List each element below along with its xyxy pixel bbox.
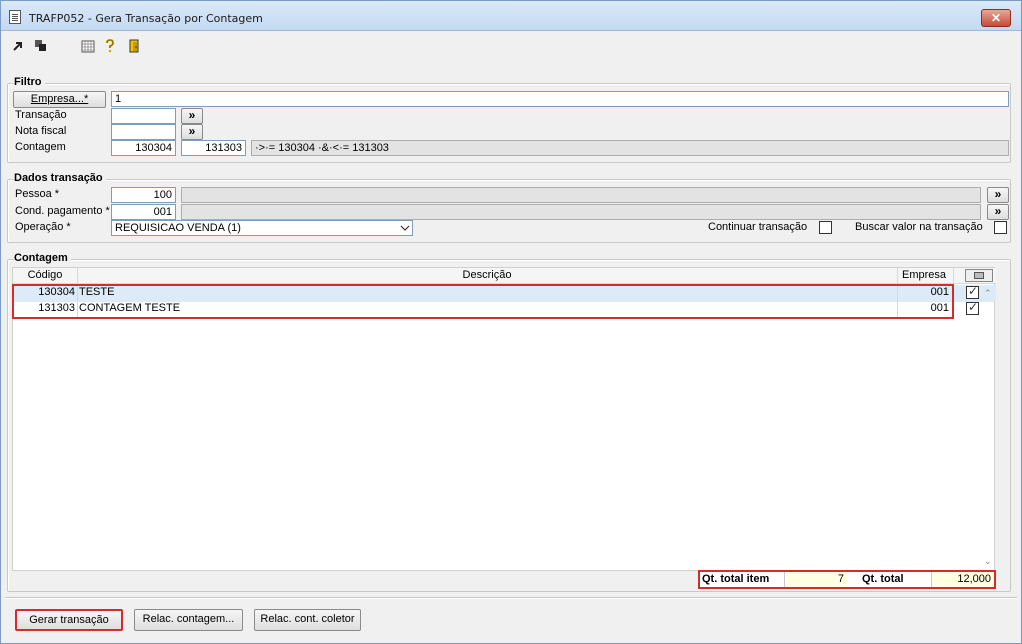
cond-pagamento-lookup-button[interactable]: » — [987, 204, 1009, 220]
col-descricao[interactable]: Descrição — [77, 269, 897, 281]
help-icon[interactable] — [103, 38, 117, 53]
relac-cont-coletor-button[interactable]: Relac. cont. coletor — [254, 609, 361, 631]
continuar-transacao-label: Continuar transação — [708, 221, 808, 233]
main-window: TRAFP052 - Gera Transação por Contagem ✕… — [0, 0, 1022, 644]
contagem-expression: ·>·= 130304 ·&·<·= 131303 — [251, 140, 1009, 156]
operacao-label: Operação * — [15, 221, 71, 233]
empresa-field[interactable]: 1 — [111, 91, 1009, 107]
cond-pagamento-label: Cond. pagamento * — [15, 205, 110, 217]
highlight-rows-box — [12, 284, 954, 319]
qt-total-item-label: Qt. total item — [702, 573, 770, 585]
empresa-button[interactable]: Empresa...* — [13, 91, 106, 108]
transacao-label: Transação — [15, 109, 67, 121]
exit-door-icon[interactable] — [127, 39, 141, 53]
empresa-button-label: Empresa...* — [30, 93, 89, 105]
copy-icon[interactable] — [34, 39, 48, 53]
title-bar: TRAFP052 - Gera Transação por Contagem ✕ — [1, 1, 1021, 31]
pessoa-label: Pessoa * — [15, 188, 60, 200]
bottom-divider — [5, 597, 1017, 598]
qt-total-item-value: 7 — [784, 572, 847, 587]
chevron-down-icon — [400, 221, 410, 235]
transacao-lookup-button[interactable]: » — [181, 108, 203, 124]
toolbar — [1, 35, 1021, 57]
contagem-title: Contagem — [14, 252, 71, 264]
operacao-value: REQUISICAO VENDA (1) — [115, 222, 241, 234]
contagem-label: Contagem — [15, 141, 66, 153]
gerar-transacao-label: Gerar transação — [29, 614, 109, 626]
nota-fiscal-field[interactable] — [111, 124, 176, 140]
window-title: TRAFP052 - Gera Transação por Contagem — [29, 12, 263, 25]
close-button[interactable]: ✕ — [981, 9, 1011, 27]
contagem-to-field[interactable]: 131303 — [181, 140, 246, 156]
scroll-down-icon[interactable]: ⌄ — [984, 556, 992, 567]
cond-pagamento-field[interactable]: 001 — [111, 204, 176, 220]
contagem-from-field[interactable]: 130304 — [111, 140, 176, 156]
nota-fiscal-lookup-button[interactable]: » — [181, 124, 203, 140]
pessoa-field[interactable]: 100 — [111, 187, 176, 203]
continuar-transacao-checkbox[interactable] — [819, 221, 832, 234]
select-all-header[interactable] — [965, 269, 993, 282]
operacao-select[interactable]: REQUISICAO VENDA (1) — [111, 220, 413, 236]
totals-bar: Qt. total item 7 Qt. total 12,000 — [698, 570, 996, 589]
cond-pagamento-description — [181, 204, 981, 220]
grid-header: Código Descrição Empresa — [13, 268, 996, 284]
arrow-right-icon[interactable] — [11, 39, 25, 53]
buscar-valor-checkbox[interactable] — [994, 221, 1007, 234]
pessoa-lookup-button[interactable]: » — [987, 187, 1009, 203]
row-checkbox[interactable] — [966, 300, 979, 315]
qt-total-value: 12,000 — [931, 572, 994, 587]
pessoa-description — [181, 187, 981, 203]
nota-fiscal-label: Nota fiscal — [15, 125, 67, 137]
transacao-field[interactable] — [111, 108, 176, 124]
document-icon — [9, 10, 21, 24]
gerar-transacao-button[interactable]: Gerar transação — [15, 609, 123, 631]
row-checkbox[interactable] — [966, 284, 979, 299]
col-separator — [953, 268, 954, 284]
calendar-icon[interactable] — [81, 39, 95, 53]
relac-contagem-button[interactable]: Relac. contagem... — [134, 609, 243, 631]
qt-total-label: Qt. total — [862, 573, 904, 585]
scroll-up-icon[interactable]: ⌃ — [984, 288, 992, 299]
dados-title: Dados transação — [14, 172, 106, 184]
filtro-title: Filtro — [14, 76, 45, 88]
buscar-valor-label: Buscar valor na transação — [855, 221, 983, 233]
select-all-icon — [974, 272, 984, 279]
relac-contagem-label: Relac. contagem... — [142, 613, 235, 625]
relac-cont-coletor-label: Relac. cont. coletor — [260, 613, 355, 625]
col-empresa[interactable]: Empresa — [897, 269, 951, 281]
col-codigo[interactable]: Código — [13, 269, 77, 281]
